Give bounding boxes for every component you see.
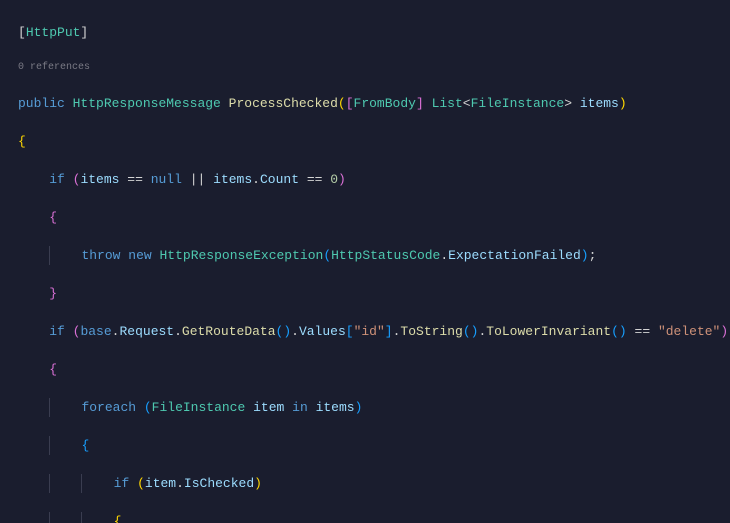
code-line: if (items == null || items.Count == 0) [18, 170, 730, 189]
code-line: { [18, 360, 730, 379]
codelens-references[interactable]: 0 references [18, 61, 730, 75]
code-line: } [18, 284, 730, 303]
code-line: if (base.Request.GetRouteData().Values["… [18, 322, 730, 341]
code-line: public HttpResponseMessage ProcessChecke… [18, 94, 730, 113]
code-line: { [18, 512, 730, 523]
code-line: { [18, 132, 730, 151]
code-line: if (item.IsChecked) [18, 474, 730, 493]
code-line: { [18, 436, 730, 455]
code-line: foreach (FileInstance item in items) [18, 398, 730, 417]
code-line: throw new HttpResponseException(HttpStat… [18, 246, 730, 265]
code-line: { [18, 208, 730, 227]
code-editor[interactable]: [HttpPut] 0 references public HttpRespon… [0, 0, 730, 523]
code-line: [HttpPut] [18, 23, 730, 42]
